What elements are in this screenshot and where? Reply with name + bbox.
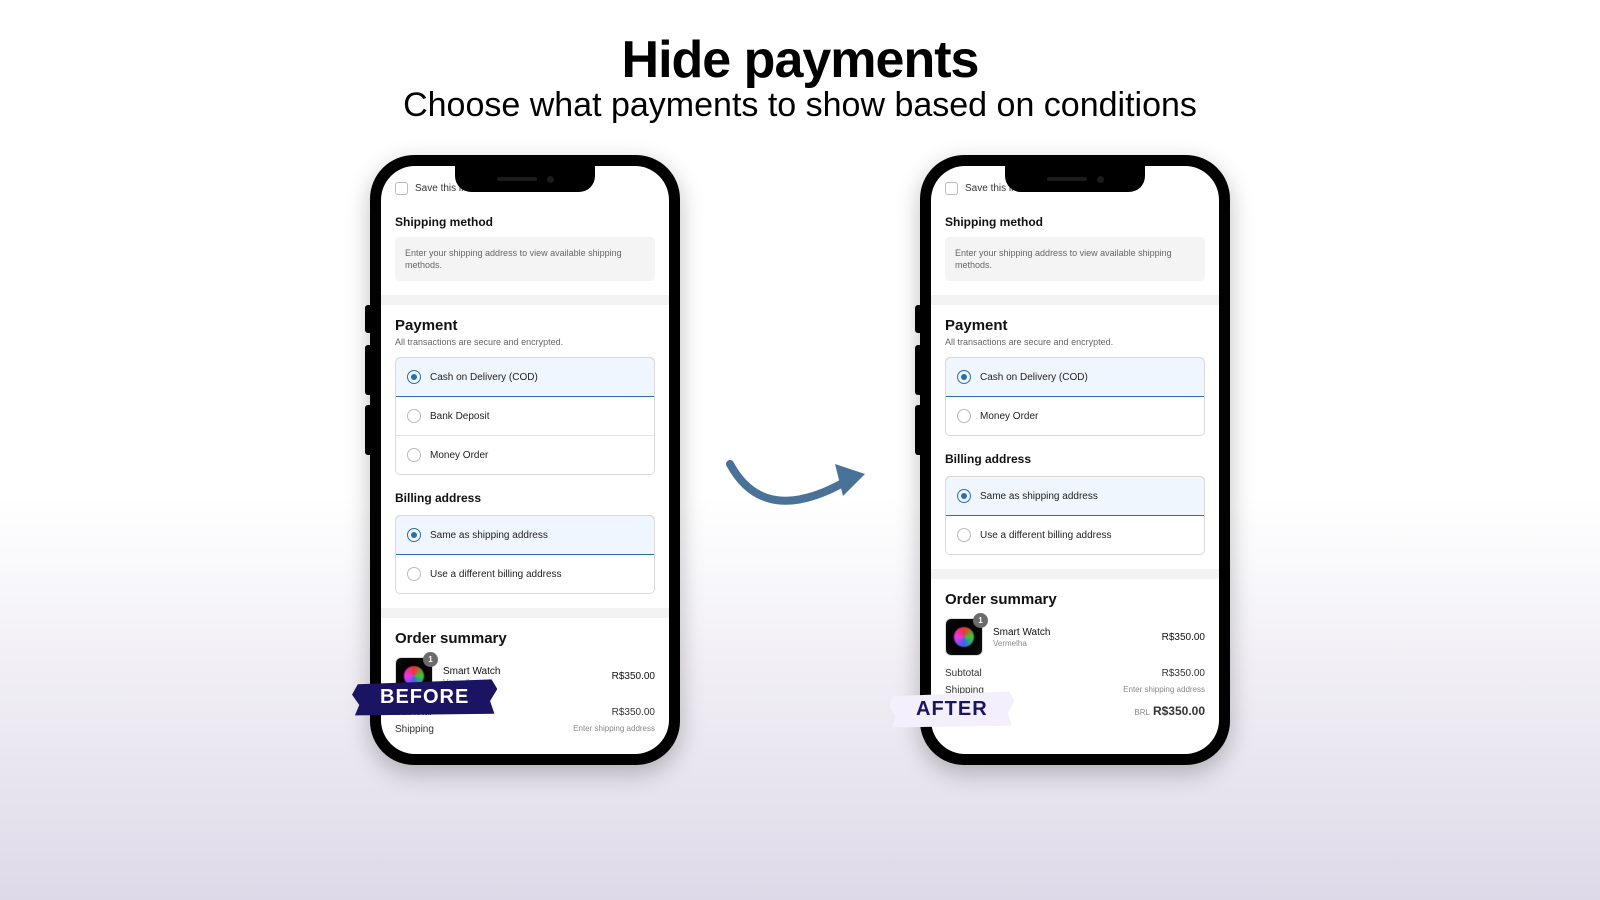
product-name: Smart Watch (993, 627, 1152, 638)
product-price: R$350.00 (1162, 632, 1205, 643)
subtotal-value: R$350.00 (1162, 668, 1205, 679)
billing-option-diff[interactable]: Use a different billing address (946, 516, 1204, 554)
payment-option-bank[interactable]: Bank Deposit (396, 397, 654, 436)
product-variant: Vermelha (993, 639, 1152, 648)
billing-heading: Billing address (945, 452, 1205, 466)
qty-badge: 1 (423, 652, 438, 667)
payment-option-money[interactable]: Money Order (396, 436, 654, 474)
shipping-note: Enter your shipping address to view avai… (395, 237, 655, 281)
subtotal-label: Subtotal (945, 668, 982, 679)
shipping-row: Shipping Enter shipping address (395, 724, 655, 735)
phone-notch (455, 166, 595, 192)
payment-option-money[interactable]: Money Order (946, 397, 1204, 435)
radio-icon (407, 409, 421, 423)
payment-option-cod[interactable]: Cash on Delivery (COD) (945, 357, 1205, 397)
payment-subheading: All transactions are secure and encrypte… (945, 337, 1205, 347)
option-label: Use a different billing address (980, 530, 1112, 541)
radio-icon (407, 448, 421, 462)
total-currency: BRL (1134, 708, 1150, 717)
subtotal-value: R$350.00 (612, 707, 655, 718)
radio-icon (957, 489, 971, 503)
checkbox-icon[interactable] (395, 182, 408, 195)
radio-icon (407, 567, 421, 581)
billing-options: Same as shipping address Use a different… (945, 476, 1205, 555)
product-thumb: 1 (945, 618, 983, 656)
divider (931, 569, 1219, 579)
shipping-label: Shipping (395, 724, 434, 735)
billing-option-same[interactable]: Same as shipping address (395, 515, 655, 555)
divider (381, 295, 669, 305)
payment-option-cod[interactable]: Cash on Delivery (COD) (395, 357, 655, 397)
option-label: Same as shipping address (430, 530, 548, 541)
phone-before: Save this information for next time Ship… (370, 155, 680, 765)
shipping-note: Enter your shipping address to view avai… (945, 237, 1205, 281)
radio-icon (407, 370, 421, 384)
option-label: Bank Deposit (430, 411, 489, 422)
option-label: Cash on Delivery (COD) (980, 372, 1088, 383)
payment-options: Cash on Delivery (COD) Bank Deposit Mone… (395, 357, 655, 475)
payment-heading: Payment (395, 317, 655, 334)
page-subtitle: Choose what payments to show based on co… (0, 86, 1600, 125)
total-value: R$350.00 (1153, 704, 1205, 718)
phone-notch (1005, 166, 1145, 192)
option-label: Cash on Delivery (COD) (430, 372, 538, 383)
radio-icon (957, 409, 971, 423)
line-item: 1 Smart Watch Vermelha R$350.00 (945, 618, 1205, 656)
option-label: Money Order (980, 411, 1038, 422)
radio-icon (407, 528, 421, 542)
option-label: Money Order (430, 450, 488, 461)
payment-heading: Payment (945, 317, 1205, 334)
payment-subheading: All transactions are secure and encrypte… (395, 337, 655, 347)
page-title: Hide payments (0, 30, 1600, 90)
radio-icon (957, 370, 971, 384)
billing-options: Same as shipping address Use a different… (395, 515, 655, 594)
qty-badge: 1 (973, 613, 988, 628)
after-badge: AFTER (888, 689, 1016, 729)
billing-option-diff[interactable]: Use a different billing address (396, 555, 654, 593)
option-label: Use a different billing address (430, 569, 562, 580)
phone-after: Save this information for next time Ship… (920, 155, 1230, 765)
shipping-hint: Enter shipping address (1123, 685, 1205, 696)
checkbox-icon[interactable] (945, 182, 958, 195)
option-label: Same as shipping address (980, 491, 1098, 502)
subtotal-row: Subtotal R$350.00 (945, 668, 1205, 679)
order-heading: Order summary (945, 591, 1205, 608)
product-price: R$350.00 (612, 671, 655, 682)
billing-heading: Billing address (395, 491, 655, 505)
before-badge: BEFORE (352, 677, 497, 717)
divider (931, 295, 1219, 305)
payment-options: Cash on Delivery (COD) Money Order (945, 357, 1205, 436)
arrow-icon (715, 434, 885, 534)
divider (381, 608, 669, 618)
radio-icon (957, 528, 971, 542)
shipping-hint: Enter shipping address (573, 724, 655, 735)
shipping-heading: Shipping method (945, 215, 1205, 229)
shipping-heading: Shipping method (395, 215, 655, 229)
product-name: Smart Watch (443, 666, 602, 677)
billing-option-same[interactable]: Same as shipping address (945, 476, 1205, 516)
order-heading: Order summary (395, 630, 655, 647)
